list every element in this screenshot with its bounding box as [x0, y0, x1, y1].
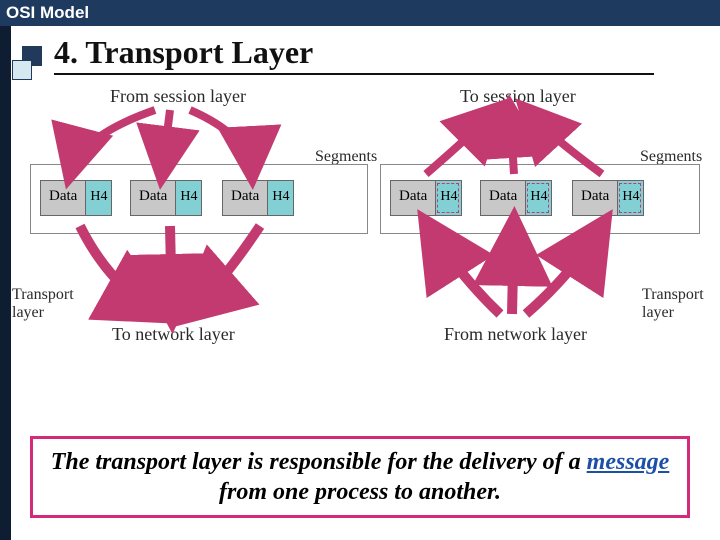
- segment-header: H4: [175, 181, 201, 215]
- segment-data: Data: [573, 181, 617, 215]
- segment-left-3: Data H4: [222, 180, 294, 216]
- diagram: From session layer To session layer Segm…: [40, 86, 704, 381]
- segment-data: Data: [481, 181, 525, 215]
- segment-right-1: Data H4: [390, 180, 462, 216]
- heading-row: 4. Transport Layer: [0, 26, 720, 80]
- segment-data: Data: [131, 181, 175, 215]
- segment-header: H4: [267, 181, 293, 215]
- label-transport-right: Transport layer: [642, 286, 704, 321]
- segment-header: H4: [435, 181, 461, 215]
- label-to-network: To network layer: [112, 324, 235, 345]
- title-bar: OSI Model: [0, 0, 720, 26]
- segment-header: H4: [85, 181, 111, 215]
- left-rail: [0, 26, 11, 540]
- segment-right-2: Data H4: [480, 180, 552, 216]
- note-post: from one process to another.: [219, 479, 501, 505]
- page-heading: 4. Transport Layer: [54, 34, 654, 75]
- segment-data: Data: [223, 181, 267, 215]
- segment-left-1: Data H4: [40, 180, 112, 216]
- summary-note: The transport layer is responsible for t…: [30, 436, 690, 518]
- segment-header: H4: [525, 181, 551, 215]
- bullet-icon: [12, 44, 48, 80]
- label-to-session: To session layer: [460, 86, 576, 107]
- note-pre: The transport layer is responsible for t…: [51, 449, 587, 475]
- note-keyword: message: [587, 449, 670, 475]
- segment-data: Data: [391, 181, 435, 215]
- label-from-session: From session layer: [110, 86, 246, 107]
- segment-header: H4: [617, 181, 643, 215]
- segment-left-2: Data H4: [130, 180, 202, 216]
- label-transport-left: Transport layer: [12, 286, 74, 321]
- label-from-network: From network layer: [444, 324, 587, 345]
- segment-right-3: Data H4: [572, 180, 644, 216]
- segment-data: Data: [41, 181, 85, 215]
